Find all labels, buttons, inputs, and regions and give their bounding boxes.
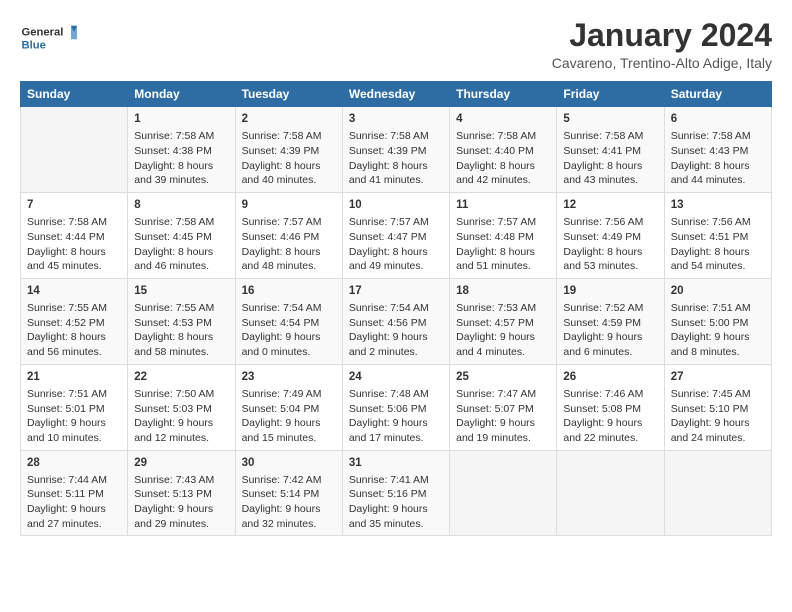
calendar-cell: 27Sunrise: 7:45 AMSunset: 5:10 PMDayligh…: [664, 364, 771, 450]
calendar-cell: 29Sunrise: 7:43 AMSunset: 5:13 PMDayligh…: [128, 450, 235, 536]
calendar-subtitle: Cavareno, Trentino-Alto Adige, Italy: [552, 55, 772, 71]
header: General Blue January 2024 Cavareno, Tren…: [20, 18, 772, 71]
day-number: 22: [134, 369, 228, 385]
day-number: 14: [27, 283, 121, 299]
day-number: 27: [671, 369, 765, 385]
calendar-cell: 4Sunrise: 7:58 AMSunset: 4:40 PMDaylight…: [450, 107, 557, 193]
calendar-cell: 2Sunrise: 7:58 AMSunset: 4:39 PMDaylight…: [235, 107, 342, 193]
day-number: 31: [349, 455, 443, 471]
calendar-cell: 30Sunrise: 7:42 AMSunset: 5:14 PMDayligh…: [235, 450, 342, 536]
day-number: 6: [671, 111, 765, 127]
calendar-cell: 19Sunrise: 7:52 AMSunset: 4:59 PMDayligh…: [557, 278, 664, 364]
calendar-cell: 11Sunrise: 7:57 AMSunset: 4:48 PMDayligh…: [450, 193, 557, 279]
day-number: 10: [349, 197, 443, 213]
day-number: 30: [242, 455, 336, 471]
calendar-cell: 18Sunrise: 7:53 AMSunset: 4:57 PMDayligh…: [450, 278, 557, 364]
day-number: 12: [563, 197, 657, 213]
day-number: 23: [242, 369, 336, 385]
calendar-cell: 3Sunrise: 7:58 AMSunset: 4:39 PMDaylight…: [342, 107, 449, 193]
calendar-cell: 16Sunrise: 7:54 AMSunset: 4:54 PMDayligh…: [235, 278, 342, 364]
day-number: 15: [134, 283, 228, 299]
week-row-1: 7Sunrise: 7:58 AMSunset: 4:44 PMDaylight…: [21, 193, 772, 279]
day-number: 24: [349, 369, 443, 385]
day-number: 7: [27, 197, 121, 213]
svg-text:Blue: Blue: [22, 39, 46, 51]
day-header-thursday: Thursday: [450, 82, 557, 107]
day-number: 19: [563, 283, 657, 299]
days-header-row: SundayMondayTuesdayWednesdayThursdayFrid…: [21, 82, 772, 107]
svg-text:General: General: [22, 27, 64, 39]
calendar-cell: 6Sunrise: 7:58 AMSunset: 4:43 PMDaylight…: [664, 107, 771, 193]
day-number: 25: [456, 369, 550, 385]
day-number: 20: [671, 283, 765, 299]
calendar-cell: 14Sunrise: 7:55 AMSunset: 4:52 PMDayligh…: [21, 278, 128, 364]
calendar-cell: 10Sunrise: 7:57 AMSunset: 4:47 PMDayligh…: [342, 193, 449, 279]
calendar-table: SundayMondayTuesdayWednesdayThursdayFrid…: [20, 81, 772, 536]
week-row-4: 28Sunrise: 7:44 AMSunset: 5:11 PMDayligh…: [21, 450, 772, 536]
calendar-cell: [450, 450, 557, 536]
calendar-cell: 13Sunrise: 7:56 AMSunset: 4:51 PMDayligh…: [664, 193, 771, 279]
day-header-sunday: Sunday: [21, 82, 128, 107]
week-row-2: 14Sunrise: 7:55 AMSunset: 4:52 PMDayligh…: [21, 278, 772, 364]
day-number: 18: [456, 283, 550, 299]
calendar-cell: 15Sunrise: 7:55 AMSunset: 4:53 PMDayligh…: [128, 278, 235, 364]
day-number: 11: [456, 197, 550, 213]
calendar-cell: 8Sunrise: 7:58 AMSunset: 4:45 PMDaylight…: [128, 193, 235, 279]
day-number: 21: [27, 369, 121, 385]
day-number: 16: [242, 283, 336, 299]
calendar-cell: 17Sunrise: 7:54 AMSunset: 4:56 PMDayligh…: [342, 278, 449, 364]
calendar-cell: 28Sunrise: 7:44 AMSunset: 5:11 PMDayligh…: [21, 450, 128, 536]
day-header-monday: Monday: [128, 82, 235, 107]
day-header-saturday: Saturday: [664, 82, 771, 107]
day-header-friday: Friday: [557, 82, 664, 107]
calendar-cell: 23Sunrise: 7:49 AMSunset: 5:04 PMDayligh…: [235, 364, 342, 450]
day-number: 17: [349, 283, 443, 299]
day-number: 1: [134, 111, 228, 127]
day-number: 29: [134, 455, 228, 471]
calendar-cell: 22Sunrise: 7:50 AMSunset: 5:03 PMDayligh…: [128, 364, 235, 450]
day-number: 4: [456, 111, 550, 127]
calendar-cell: 20Sunrise: 7:51 AMSunset: 5:00 PMDayligh…: [664, 278, 771, 364]
calendar-cell: [21, 107, 128, 193]
day-number: 26: [563, 369, 657, 385]
week-row-0: 1Sunrise: 7:58 AMSunset: 4:38 PMDaylight…: [21, 107, 772, 193]
day-number: 28: [27, 455, 121, 471]
calendar-cell: 12Sunrise: 7:56 AMSunset: 4:49 PMDayligh…: [557, 193, 664, 279]
day-header-tuesday: Tuesday: [235, 82, 342, 107]
logo: General Blue: [20, 18, 80, 56]
logo-svg: General Blue: [20, 18, 80, 56]
day-number: 8: [134, 197, 228, 213]
calendar-cell: 26Sunrise: 7:46 AMSunset: 5:08 PMDayligh…: [557, 364, 664, 450]
calendar-cell: 21Sunrise: 7:51 AMSunset: 5:01 PMDayligh…: [21, 364, 128, 450]
day-number: 13: [671, 197, 765, 213]
calendar-cell: [664, 450, 771, 536]
calendar-cell: 1Sunrise: 7:58 AMSunset: 4:38 PMDaylight…: [128, 107, 235, 193]
page-container: General Blue January 2024 Cavareno, Tren…: [0, 0, 792, 546]
calendar-cell: 5Sunrise: 7:58 AMSunset: 4:41 PMDaylight…: [557, 107, 664, 193]
calendar-cell: [557, 450, 664, 536]
day-number: 3: [349, 111, 443, 127]
week-row-3: 21Sunrise: 7:51 AMSunset: 5:01 PMDayligh…: [21, 364, 772, 450]
calendar-cell: 7Sunrise: 7:58 AMSunset: 4:44 PMDaylight…: [21, 193, 128, 279]
title-block: January 2024 Cavareno, Trentino-Alto Adi…: [552, 18, 772, 71]
calendar-cell: 9Sunrise: 7:57 AMSunset: 4:46 PMDaylight…: [235, 193, 342, 279]
calendar-cell: 24Sunrise: 7:48 AMSunset: 5:06 PMDayligh…: [342, 364, 449, 450]
calendar-cell: 25Sunrise: 7:47 AMSunset: 5:07 PMDayligh…: [450, 364, 557, 450]
day-header-wednesday: Wednesday: [342, 82, 449, 107]
day-number: 9: [242, 197, 336, 213]
calendar-cell: 31Sunrise: 7:41 AMSunset: 5:16 PMDayligh…: [342, 450, 449, 536]
calendar-title: January 2024: [552, 18, 772, 53]
day-number: 2: [242, 111, 336, 127]
day-number: 5: [563, 111, 657, 127]
